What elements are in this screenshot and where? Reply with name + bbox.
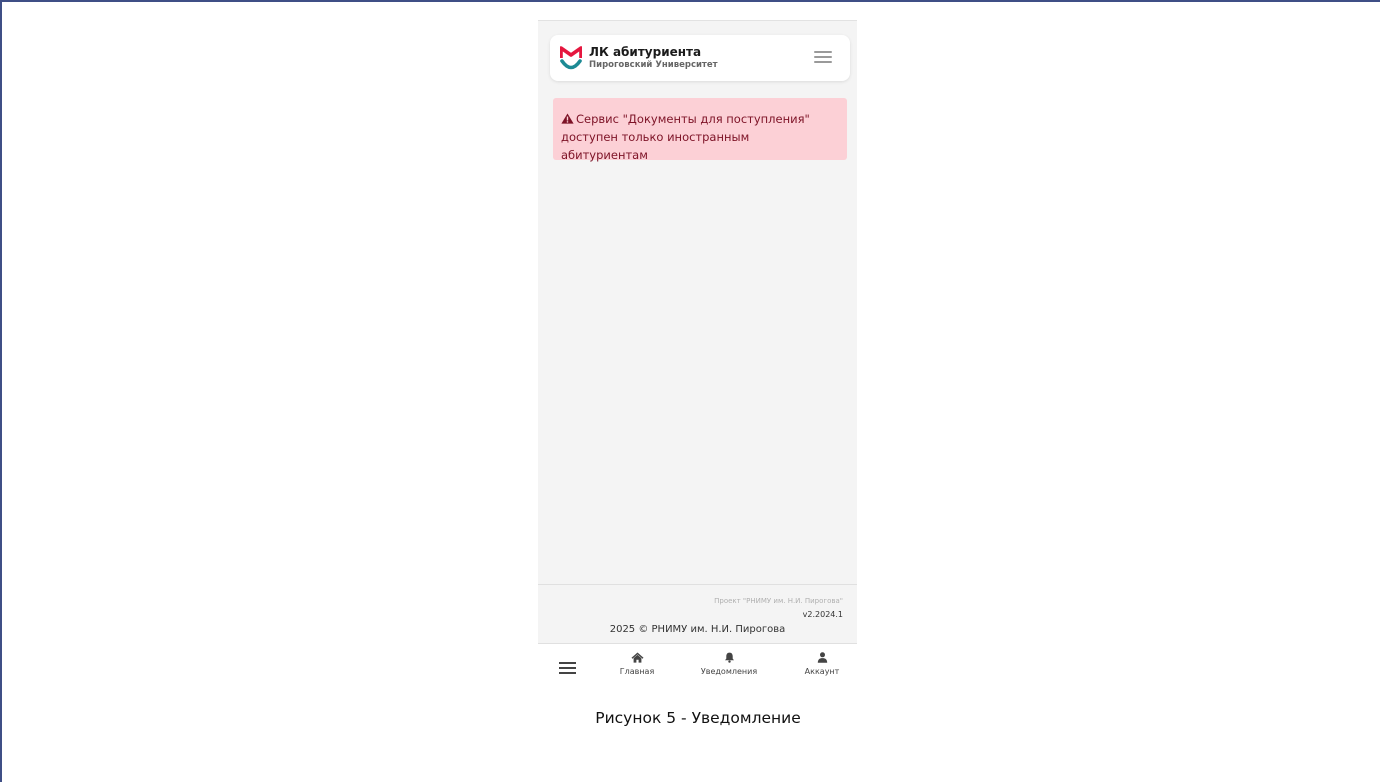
- nav-label-notifications: Уведомления: [700, 667, 758, 676]
- nav-item-account[interactable]: Аккаунт: [797, 652, 847, 676]
- bottom-navigation: Главная Уведомления Аккаунт: [538, 643, 857, 690]
- nav-item-notifications[interactable]: Уведомления: [693, 652, 765, 676]
- footer: Проект "РНИМУ им. Н.И. Пирогова" v2.2024…: [538, 584, 857, 644]
- nav-label-home: Главная: [619, 667, 655, 676]
- hamburger-menu-icon[interactable]: [814, 51, 832, 65]
- user-icon: [817, 652, 827, 663]
- version-label: v2.2024.1: [802, 610, 843, 619]
- home-icon: [631, 652, 643, 663]
- warning-triangle-icon: [561, 113, 574, 124]
- copyright: 2025 © РНИМУ им. Н.И. Пирогова: [609, 624, 786, 635]
- alert-message: Сервис "Документы для поступления" досту…: [553, 98, 847, 162]
- university-logo-icon[interactable]: [560, 46, 582, 72]
- mobile-screen: ЛК абитуриента Пироговский Университет С…: [538, 20, 857, 690]
- alert-text: Сервис "Документы для поступления" досту…: [561, 112, 810, 162]
- bell-icon: [724, 652, 734, 663]
- project-label: Проект "РНИМУ им. Н.И. Пирогова": [714, 597, 843, 605]
- app-title: ЛК абитуриента: [589, 45, 702, 59]
- nav-item-home[interactable]: Главная: [612, 652, 662, 676]
- figure-caption: Рисунок 5 - Уведомление: [595, 709, 801, 727]
- app-header: ЛК абитуриента Пироговский Университет: [550, 35, 850, 81]
- university-name: Пироговский Университет: [589, 60, 718, 70]
- nav-label-account: Аккаунт: [804, 667, 840, 676]
- hamburger-menu-icon[interactable]: [559, 662, 576, 674]
